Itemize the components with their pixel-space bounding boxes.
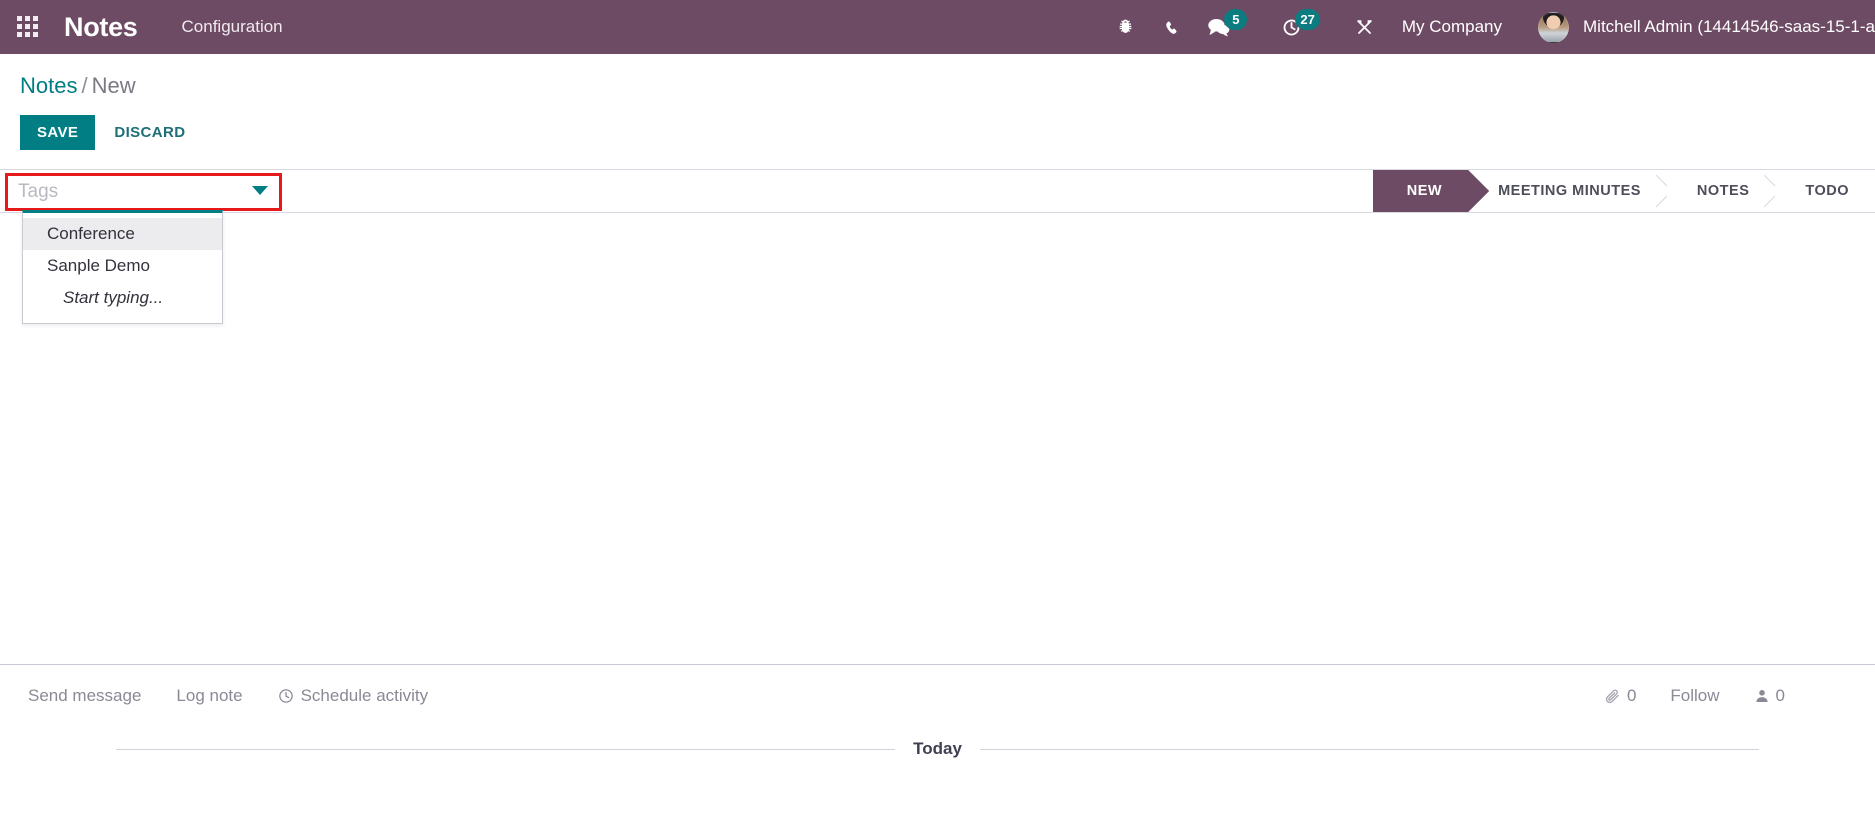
- divider-line-right: [979, 748, 1759, 750]
- statusbar-stage-label: MEETING MINUTES: [1498, 183, 1641, 199]
- breadcrumb-current: New: [91, 73, 136, 98]
- divider-line-left: [116, 748, 896, 750]
- tags-option-start-typing[interactable]: Start typing...: [23, 282, 222, 314]
- user-menu[interactable]: Mitchell Admin (14414546-saas-15-1-a: [1538, 11, 1875, 43]
- chatter-today-divider: Today: [28, 739, 1847, 759]
- avatar: [1538, 11, 1569, 43]
- breadcrumb: Notes / New: [20, 54, 1875, 97]
- bug-icon[interactable]: [1116, 18, 1135, 37]
- discard-button[interactable]: DISCARD: [114, 124, 185, 141]
- apps-grid-icon[interactable]: [17, 16, 39, 38]
- followers-count-label: 0: [1775, 686, 1785, 705]
- breadcrumb-root[interactable]: Notes: [20, 73, 77, 98]
- schedule-activity-button[interactable]: Schedule activity: [278, 686, 429, 706]
- attachments-counter[interactable]: 0: [1604, 686, 1636, 706]
- send-message-button[interactable]: Send message: [28, 686, 141, 706]
- statusbar-stage-label: TODO: [1805, 183, 1849, 199]
- statusbar-stage-meeting-minutes[interactable]: MEETING MINUTES: [1468, 170, 1667, 212]
- chatter: Send message Log note Schedule activity …: [0, 664, 1875, 759]
- statusbar-stage-label: NOTES: [1696, 183, 1750, 199]
- activities-icon[interactable]: 27: [1281, 8, 1326, 38]
- chevron-down-icon[interactable]: [252, 186, 268, 195]
- tools-icon[interactable]: [1354, 18, 1375, 37]
- followers-counter[interactable]: 0: [1754, 686, 1785, 706]
- top-navbar: Notes Configuration 5 27 My Company Mitc…: [0, 0, 1875, 54]
- tags-option-conference[interactable]: Conference: [23, 218, 222, 250]
- messages-badge-count: 5: [1224, 8, 1248, 30]
- clock-icon: [278, 689, 293, 703]
- messages-icon[interactable]: 5: [1207, 8, 1254, 38]
- statusbar: NEW MEETING MINUTES NOTES TODO: [1372, 170, 1875, 212]
- form-body-blank: [0, 213, 1875, 664]
- navbar-right-group: 5 27 My Company Mitchell Admin (14414546…: [1116, 0, 1875, 54]
- statusbar-stage-new[interactable]: NEW: [1372, 170, 1469, 212]
- log-note-button[interactable]: Log note: [176, 686, 242, 706]
- schedule-activity-label: Schedule activity: [300, 686, 429, 705]
- form-action-buttons: SAVE DISCARD: [20, 97, 1875, 150]
- statusbar-stage-label: NEW: [1406, 183, 1443, 199]
- paperclip-icon: [1605, 689, 1619, 703]
- form-sheet: NEW MEETING MINUTES NOTES TODO Conferenc…: [0, 169, 1875, 664]
- user-icon: [1755, 690, 1768, 702]
- follow-button[interactable]: Follow: [1670, 686, 1719, 706]
- company-selector[interactable]: My Company: [1402, 17, 1502, 37]
- save-button[interactable]: SAVE: [20, 115, 96, 150]
- user-name-label: Mitchell Admin (14414546-saas-15-1-a: [1583, 17, 1875, 36]
- app-brand-title[interactable]: Notes: [64, 12, 138, 43]
- tags-field-wrapper[interactable]: [5, 173, 282, 211]
- tags-autocomplete-dropdown: Conference Sanple Demo Start typing...: [22, 210, 223, 324]
- activities-badge-count: 27: [1295, 8, 1320, 30]
- attachments-count-label: 0: [1626, 686, 1637, 705]
- nav-menu-configuration[interactable]: Configuration: [182, 17, 283, 37]
- tags-option-sanple-demo[interactable]: Sanple Demo: [23, 250, 222, 282]
- chatter-toolbar: Send message Log note Schedule activity …: [28, 665, 1847, 727]
- form-header-row: NEW MEETING MINUTES NOTES TODO: [0, 169, 1875, 213]
- statusbar-stage-todo[interactable]: TODO: [1775, 170, 1875, 212]
- phone-icon[interactable]: [1162, 18, 1180, 36]
- chatter-right-group: 0 Follow 0: [1570, 665, 1785, 727]
- breadcrumb-separator: /: [81, 73, 88, 98]
- today-label: Today: [913, 739, 962, 758]
- statusbar-stage-notes[interactable]: NOTES: [1666, 170, 1776, 212]
- control-panel: Notes / New SAVE DISCARD: [0, 54, 1875, 150]
- tags-input[interactable]: [8, 176, 279, 208]
